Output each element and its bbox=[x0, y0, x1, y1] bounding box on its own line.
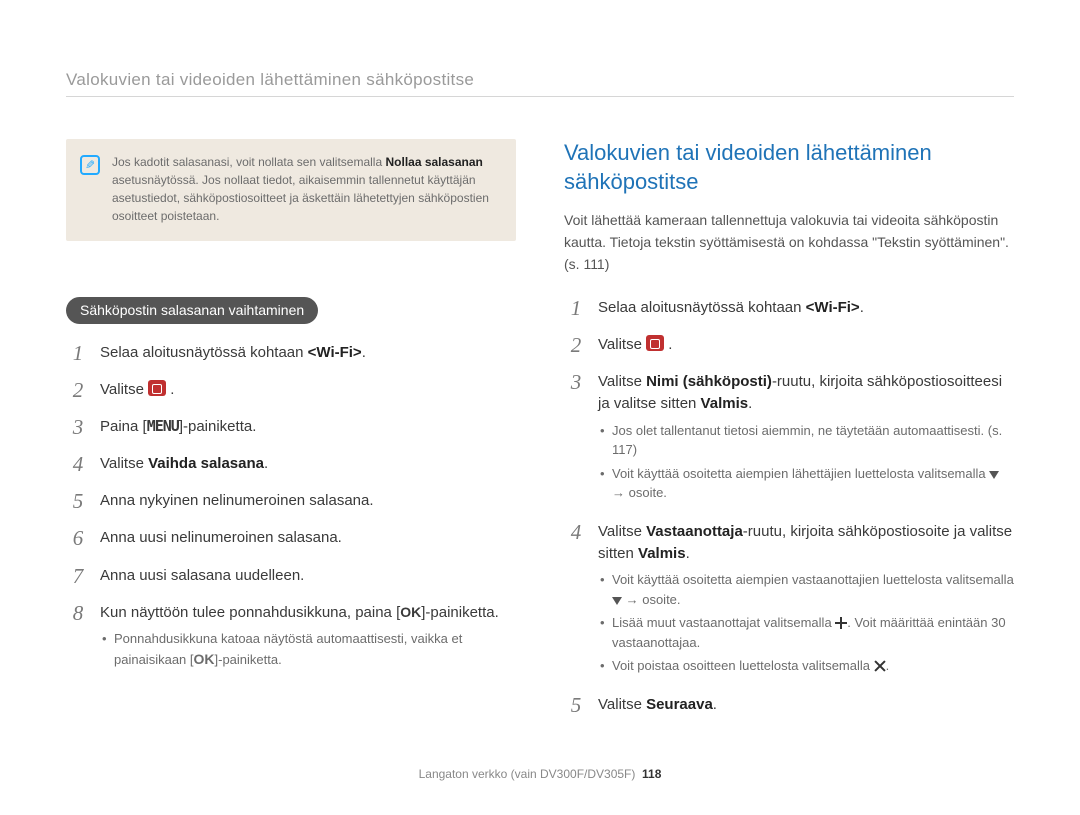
step-number: 3 bbox=[66, 416, 90, 439]
step-body: Selaa aloitusnäytössä kohtaan <Wi-Fi>. bbox=[100, 342, 516, 365]
step-3: 3 Paina [MENU]-painiketta. bbox=[66, 416, 516, 439]
note-text-pre: Jos kadotit salasanasi, voit nollata sen… bbox=[112, 155, 385, 169]
step-2: 2 Valitse . bbox=[66, 379, 516, 402]
step-1: 1 Selaa aloitusnäytössä kohtaan <Wi-Fi>. bbox=[66, 342, 516, 365]
step-body: Valitse Nimi (sähköposti)-ruutu, kirjoit… bbox=[598, 371, 1014, 507]
step-body: Anna uusi nelinumeroinen salasana. bbox=[100, 527, 516, 550]
step-1: 1 Selaa aloitusnäytössä kohtaan <Wi-Fi>. bbox=[564, 297, 1014, 320]
step-8: 8 Kun näyttöön tulee ponnahdusikkuna, pa… bbox=[66, 602, 516, 674]
page-footer: Langaton verkko (vain DV300F/DV305F) 118 bbox=[0, 767, 1080, 781]
triangle-down-icon bbox=[612, 597, 622, 605]
note-bold: Nollaa salasanan bbox=[385, 155, 482, 169]
step-7: 7 Anna uusi salasana uudelleen. bbox=[66, 565, 516, 588]
step-body: Valitse Vastaanottaja-ruutu, kirjoita sä… bbox=[598, 521, 1014, 680]
step-number: 1 bbox=[564, 297, 588, 320]
right-steps: 1 Selaa aloitusnäytössä kohtaan <Wi-Fi>.… bbox=[564, 297, 1014, 717]
bullet-item: Voit poistaa osoitteen luettelosta valit… bbox=[598, 656, 1014, 676]
step-5: 5 Valitse Seuraava. bbox=[564, 694, 1014, 717]
step-number: 1 bbox=[66, 342, 90, 365]
step-body: Valitse . bbox=[598, 334, 1014, 357]
step-number: 5 bbox=[564, 694, 588, 717]
step-5: 5 Anna nykyinen nelinumeroinen salasana. bbox=[66, 490, 516, 513]
step-4: 4 Valitse Vaihda salasana. bbox=[66, 453, 516, 476]
left-steps: 1 Selaa aloitusnäytössä kohtaan <Wi-Fi>.… bbox=[66, 342, 516, 674]
step-body: Paina [MENU]-painiketta. bbox=[100, 416, 516, 439]
section-lead: Voit lähettää kameraan tallennettuja val… bbox=[564, 210, 1014, 275]
step-6: 6 Anna uusi nelinumeroinen salasana. bbox=[66, 527, 516, 550]
step-number: 6 bbox=[66, 527, 90, 550]
sub-bullets: Jos olet tallentanut tietosi aiemmin, ne… bbox=[598, 421, 1014, 503]
footer-label: Langaton verkko (vain DV300F/DV305F) bbox=[419, 767, 636, 781]
step-body: Anna uusi salasana uudelleen. bbox=[100, 565, 516, 588]
step-number: 3 bbox=[564, 371, 588, 507]
email-icon bbox=[148, 380, 166, 396]
step-body: Valitse Vaihda salasana. bbox=[100, 453, 516, 476]
email-icon bbox=[646, 335, 664, 351]
content-columns: Jos kadotit salasanasi, voit nollata sen… bbox=[66, 139, 1014, 731]
x-icon bbox=[874, 660, 886, 672]
note-box: Jos kadotit salasanasi, voit nollata sen… bbox=[66, 139, 516, 241]
step-number: 8 bbox=[66, 602, 90, 674]
step-2: 2 Valitse . bbox=[564, 334, 1014, 357]
left-column: Jos kadotit salasanasi, voit nollata sen… bbox=[66, 139, 516, 731]
triangle-down-icon bbox=[989, 471, 999, 479]
note-text: Jos kadotit salasanasi, voit nollata sen… bbox=[112, 153, 500, 225]
subsection-badge: Sähköpostin salasanan vaihtaminen bbox=[66, 297, 318, 324]
step-body: Kun näyttöön tulee ponnahdusikkuna, pain… bbox=[100, 602, 516, 674]
bullet-item: Jos olet tallentanut tietosi aiemmin, ne… bbox=[598, 421, 1014, 460]
bullet-item: Lisää muut vastaanottajat valitsemalla .… bbox=[598, 613, 1014, 652]
page-number: 118 bbox=[642, 767, 661, 781]
bullet-item: Voit käyttää osoitetta aiempien lähettäj… bbox=[598, 464, 1014, 503]
step-number: 5 bbox=[66, 490, 90, 513]
step-body: Valitse . bbox=[100, 379, 516, 402]
ok-icon: OK bbox=[400, 604, 421, 620]
page-header: Valokuvien tai videoiden lähettäminen sä… bbox=[66, 70, 1014, 97]
sub-bullets: Ponnahdusikkuna katoaa näytöstä automaat… bbox=[100, 629, 516, 670]
ok-icon: OK bbox=[194, 651, 215, 667]
sub-bullets: Voit käyttää osoitetta aiempien vastaano… bbox=[598, 570, 1014, 676]
bullet-item: Ponnahdusikkuna katoaa näytöstä automaat… bbox=[100, 629, 516, 670]
step-3: 3 Valitse Nimi (sähköposti)-ruutu, kirjo… bbox=[564, 371, 1014, 507]
step-number: 2 bbox=[66, 379, 90, 402]
step-body: Anna nykyinen nelinumeroinen salasana. bbox=[100, 490, 516, 513]
plus-icon bbox=[835, 617, 847, 629]
step-4: 4 Valitse Vastaanottaja-ruutu, kirjoita … bbox=[564, 521, 1014, 680]
step-number: 4 bbox=[564, 521, 588, 680]
pencil-note-icon bbox=[80, 155, 100, 175]
page: Valokuvien tai videoiden lähettäminen sä… bbox=[0, 0, 1080, 815]
step-body: Valitse Seuraava. bbox=[598, 694, 1014, 717]
step-body: Selaa aloitusnäytössä kohtaan <Wi-Fi>. bbox=[598, 297, 1014, 320]
step-number: 4 bbox=[66, 453, 90, 476]
menu-icon: MENU bbox=[147, 417, 179, 435]
step-number: 2 bbox=[564, 334, 588, 357]
bullet-item: Voit käyttää osoitetta aiempien vastaano… bbox=[598, 570, 1014, 609]
right-column: Valokuvien tai videoiden lähettäminen sä… bbox=[564, 139, 1014, 731]
note-text-post: asetusnäytössä. Jos nollaat tiedot, aika… bbox=[112, 173, 489, 223]
section-title: Valokuvien tai videoiden lähettäminen sä… bbox=[564, 139, 1014, 196]
step-number: 7 bbox=[66, 565, 90, 588]
